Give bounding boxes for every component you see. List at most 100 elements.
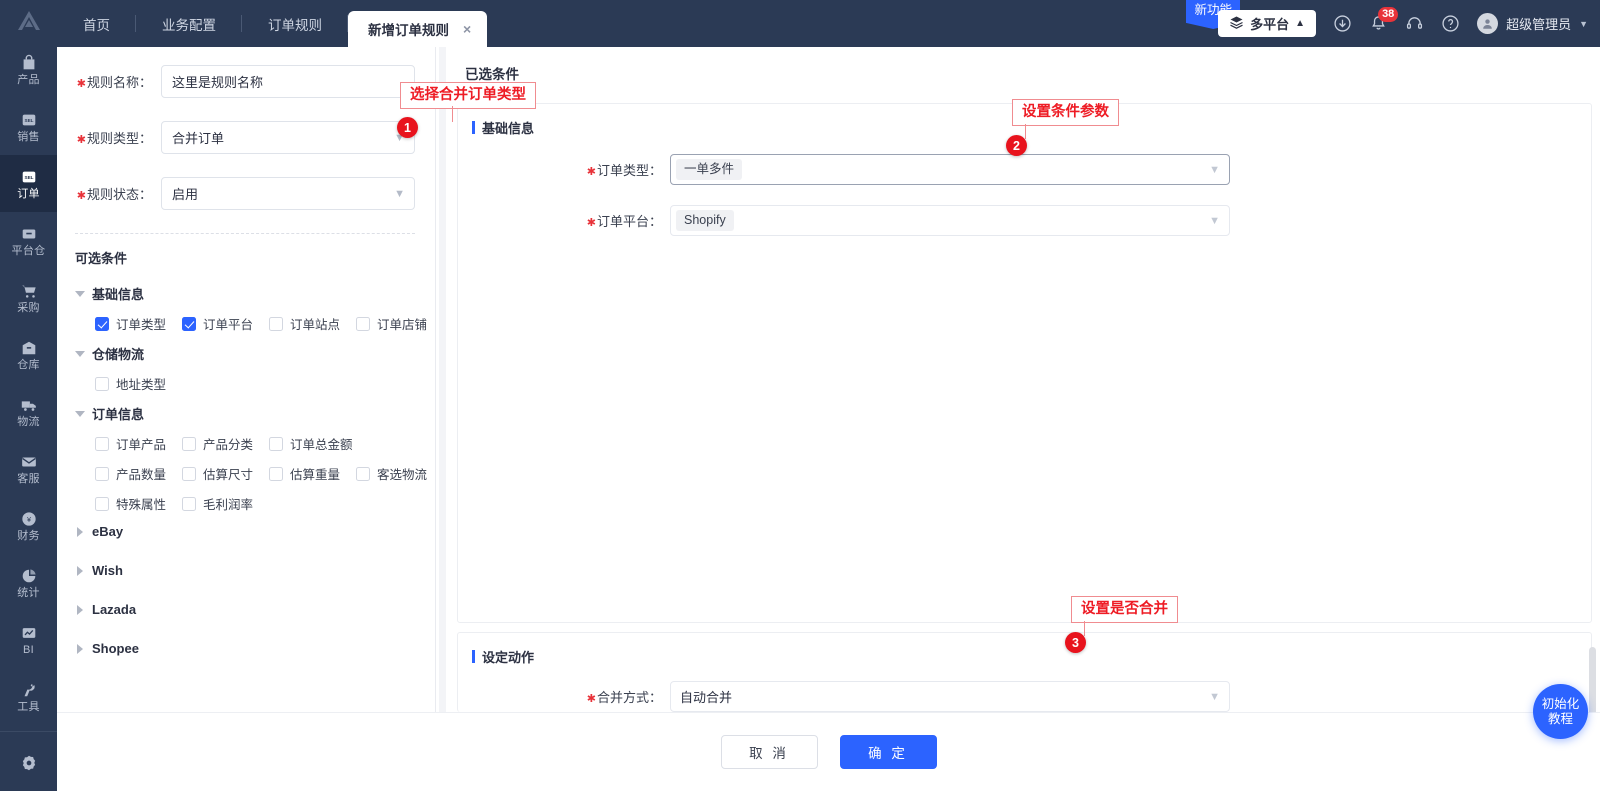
checkbox-item[interactable]: 订单站点	[269, 314, 340, 333]
tab-2[interactable]: 业务配置	[136, 0, 242, 47]
checkbox-box[interactable]	[182, 466, 197, 481]
condition-groups: 基础信息订单类型 订单平台 订单站点 订单店铺仓储物流地址类型订单信息订单产品 产品分类…	[75, 284, 427, 513]
download-icon[interactable]	[1333, 14, 1352, 33]
tab-label: 新增订单规则	[368, 23, 449, 38]
platform-group-wish[interactable]: Wish	[77, 563, 415, 578]
checkbox-item[interactable]: 估算尺寸	[182, 464, 253, 483]
sidebar-item-2[interactable]: SEL 销售	[0, 98, 57, 155]
user-menu[interactable]: 超级管理员 ▼	[1477, 13, 1588, 34]
checkbox-label: 毛利润率	[203, 498, 254, 512]
checkbox-box[interactable]	[356, 316, 371, 331]
conditions-card-title-text: 基础信息	[482, 121, 535, 136]
checkbox-item[interactable]: 订单总金额	[269, 434, 353, 453]
sidebar-item-9[interactable]: ¥ 财务	[0, 497, 57, 554]
sidebar-item-1[interactable]: 产品	[0, 41, 57, 98]
platform-group-ebay[interactable]: eBay	[77, 524, 415, 539]
confirm-button[interactable]: 确 定	[839, 735, 937, 769]
checkbox-box[interactable]	[95, 496, 109, 511]
sidebar-item-6[interactable]: 仓库	[0, 326, 57, 383]
order-platform-label: ✱订单平台：	[586, 214, 662, 230]
platform-group-lazada[interactable]: Lazada	[77, 602, 415, 617]
condition-group-header[interactable]: 仓储物流	[75, 344, 415, 363]
gear-icon	[20, 754, 38, 772]
rail-items: 产品 SEL 销售 SEL 订单 平台仓 采购 仓库 物流客服 ¥ 财务统计 BI 工具	[0, 41, 57, 725]
checkbox-box[interactable]	[182, 316, 197, 331]
panel-scroll-track[interactable]	[439, 47, 446, 712]
panel-divider	[435, 47, 436, 712]
sidebar-item-label: 统计	[17, 586, 40, 599]
condition-group-header[interactable]: 订单信息	[75, 404, 415, 423]
checkbox-item[interactable]: 订单产品	[95, 434, 166, 453]
sidebar-item-label: 客服	[17, 472, 40, 485]
checkbox-item[interactable]: 产品分类	[182, 434, 253, 453]
platform-group-label: Wish	[92, 563, 123, 578]
headset-icon[interactable]	[1405, 14, 1424, 33]
svg-text:SEL: SEL	[24, 175, 33, 180]
sidebar-item-4[interactable]: 平台仓	[0, 212, 57, 269]
order-type-row: ✱订单类型： 一单多件 ▼	[458, 154, 1591, 185]
checkbox-box[interactable]	[269, 436, 284, 451]
sidebar-item-12[interactable]: 工具	[0, 668, 57, 725]
form-field-2-input[interactable]: 合并订单 ▼	[161, 121, 415, 154]
chevron-right-icon	[77, 526, 83, 537]
sidebar-item-11[interactable]: BI	[0, 611, 57, 668]
order-clipboard-icon: SEL	[20, 168, 38, 186]
annotation-3-text: 设置是否合并	[1081, 601, 1168, 617]
sidebar-item-8[interactable]: 客服	[0, 440, 57, 497]
sidebar-item-7[interactable]: 物流	[0, 383, 57, 440]
top-bar: 首页 业务配置 订单规则 新增订单规则 × 新功能 多平台 ▲ 38 超级管理员…	[57, 0, 1600, 47]
condition-group-header[interactable]: 基础信息	[75, 284, 415, 303]
checkbox-label: 订单类型	[116, 318, 167, 332]
title-accent-bar	[472, 650, 475, 663]
order-type-label: ✱订单类型：	[586, 163, 662, 179]
checkbox-item[interactable]: 估算重量	[269, 464, 340, 483]
checkbox-item[interactable]: 订单平台	[182, 314, 253, 333]
tutorial-fab[interactable]: 初始化 教程	[1533, 684, 1588, 739]
checkbox-box[interactable]	[269, 466, 284, 481]
sidebar-item-5[interactable]: 采购	[0, 269, 57, 326]
condition-group-2: 仓储物流地址类型	[75, 344, 415, 393]
tab-4[interactable]: 新增订单规则 ×	[348, 11, 488, 47]
tab-1[interactable]: 首页	[57, 0, 136, 47]
checkbox-item[interactable]: 客选物流	[356, 464, 427, 483]
checkbox-box[interactable]	[356, 466, 371, 481]
merge-method-select[interactable]: 自动合并 ▼	[670, 681, 1230, 712]
checkbox-item[interactable]: 地址类型	[95, 374, 166, 393]
app-logo[interactable]	[0, 0, 57, 41]
checkbox-box[interactable]	[182, 436, 197, 451]
form-field-1-input[interactable]: 这里是规则名称	[161, 65, 415, 98]
tab-3[interactable]: 订单规则	[242, 0, 348, 47]
bell-icon[interactable]: 38	[1369, 7, 1399, 33]
form-field-3-input[interactable]: 启用 ▼	[161, 177, 415, 210]
checkbox-box[interactable]	[95, 376, 109, 391]
checkbox-item[interactable]: 订单店铺	[356, 314, 427, 333]
sidebar-item-label: 工具	[17, 700, 40, 713]
checkbox-box[interactable]	[95, 436, 109, 451]
chevron-down-icon: ▼	[1579, 18, 1588, 29]
sidebar-item-3[interactable]: SEL 订单	[0, 155, 57, 213]
platform-switcher[interactable]: 多平台 ▲	[1218, 10, 1317, 37]
checkbox-box[interactable]	[182, 496, 197, 511]
checkbox-box[interactable]	[269, 316, 284, 331]
checkbox-item[interactable]: 订单类型	[95, 314, 166, 333]
sidebar-item-10[interactable]: 统计	[0, 554, 57, 611]
close-icon[interactable]: ×	[463, 21, 471, 37]
cancel-button[interactable]: 取 消	[720, 735, 818, 769]
help-icon[interactable]	[1441, 14, 1460, 33]
platform-group-shopee[interactable]: Shopee	[77, 641, 415, 656]
checkbox-item[interactable]: 特殊属性	[95, 494, 166, 513]
checkbox-item[interactable]: 毛利润率	[182, 494, 253, 513]
chevron-down-icon: ▼	[1209, 690, 1220, 703]
checkbox-box[interactable]	[95, 466, 109, 481]
order-platform-select[interactable]: Shopify ▼	[670, 205, 1230, 236]
annotation-3-box: 设置是否合并	[1071, 596, 1178, 623]
order-type-select[interactable]: 一单多件 ▼	[670, 154, 1230, 185]
checkbox-item[interactable]: 产品数量	[95, 464, 166, 483]
conditions-card: 基础信息 ✱订单类型： 一单多件 ▼ ✱订单平台： Shopify ▼	[457, 103, 1592, 623]
rail-divider	[0, 731, 57, 732]
checkbox-box[interactable]	[95, 316, 109, 331]
sell-clipboard-icon: SEL	[20, 111, 38, 129]
tab-label: 首页	[83, 17, 110, 33]
sidebar-item-settings[interactable]	[0, 734, 57, 791]
form-divider	[75, 233, 415, 234]
